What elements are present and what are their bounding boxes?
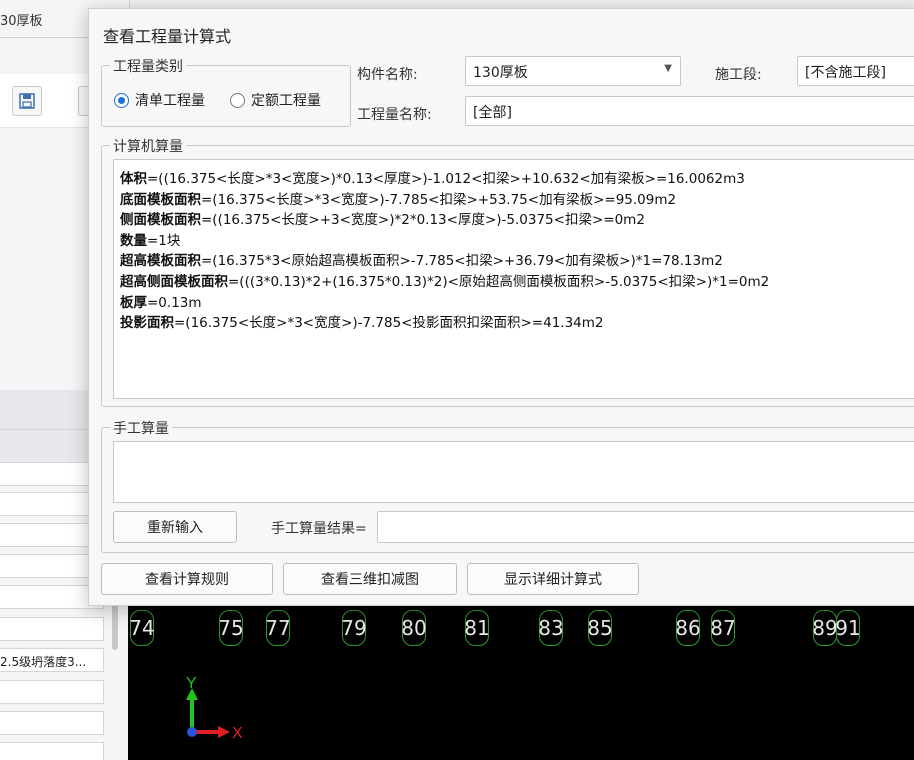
axis-label: 85 [585,606,615,650]
view-rules-button[interactable]: 查看计算规则 [101,563,273,595]
property-row[interactable] [0,711,104,735]
axis-label: 81 [462,606,492,650]
property-row[interactable] [0,680,104,704]
x-axis-label: X [232,725,243,742]
axis-label: 91 [833,606,863,650]
axis-label: 77 [263,606,293,650]
formula-line: 板厚=0.13m [120,294,202,311]
reenter-button[interactable]: 重新输入 [113,511,237,543]
view-3d-deduction-button[interactable]: 查看三维扣减图 [283,563,457,595]
axis-label: 83 [536,606,566,650]
axis-label: 87 [708,606,738,650]
formula-line: 超高侧面模板面积=(((3*0.13)*2+(16.375*0.13)*2)<原… [120,273,770,290]
axis-label: 79 [339,606,369,650]
formula-line: 投影面积=(16.375<长度>*3<宽度>)-7.785<投影面积扣梁面积>=… [120,315,604,332]
formula-line: 超高模板面积=(16.375*3<原始超高模板面积>-7.785<扣梁>+36.… [120,253,723,270]
axis-label: 80 [399,606,429,650]
category-caption: 工程量类别 [110,56,186,76]
radio-bill-quantity[interactable]: 清单工程量 [114,90,205,110]
manual-result-label: 手工算量结果= [271,521,367,537]
stage-value: [不含施工段] [805,65,886,81]
quantity-name-label: 工程量名称: [357,107,432,123]
property-row[interactable] [0,742,104,760]
formula-line: 体积=((16.375<长度>*3<宽度>)*0.13<厚度>)-1.012<扣… [120,171,745,187]
y-axis-label: Y [186,676,197,692]
axis-label: 74 [127,606,157,650]
dialog-title: 查看工程量计算式 [103,27,232,46]
property-row[interactable] [0,617,104,641]
component-name-select[interactable]: 130厚板 ▼ [465,56,681,86]
computer-calc-caption: 计算机算量 [110,136,186,156]
radio-quota-quantity[interactable]: 定额工程量 [230,90,321,110]
axis-label: 86 [673,606,703,650]
radio-selected-indicator [114,92,129,108]
stage-label: 施工段: [715,67,762,83]
formula-line: 侧面模板面积=((16.375<长度>+3<宽度>)*2*0.13<厚度>)-5… [120,212,645,229]
component-name-label: 构件名称: [357,67,418,83]
save-button[interactable] [12,86,42,116]
component-tab-label: 30厚板 [0,14,43,29]
quantity-name-select[interactable]: [全部] [465,96,914,126]
formula-dialog: 查看工程量计算式 工程量类别 清单工程量 定额工程量 构件名称: 130厚板 ▼… [88,8,914,606]
component-tab[interactable]: 30厚板 [0,0,92,38]
category-group: 工程量类别 清单工程量 定额工程量 [101,56,351,127]
radio-unselected-indicator [230,92,245,108]
chevron-down-icon: ▼ [664,63,672,74]
formula-line: 数量=1块 [120,232,181,249]
radio-bill-quantity-label: 清单工程量 [135,93,205,109]
quantity-name-value: [全部] [473,105,512,121]
manual-result-input[interactable] [377,511,914,543]
component-name-value: 130厚板 [473,65,528,81]
property-row[interactable]: 2.5级坍落度3... [0,648,104,672]
stage-select[interactable]: [不含施工段] [797,56,914,86]
formula-textbox[interactable]: 体积=((16.375<长度>*3<宽度>)*0.13<厚度>)-1.012<扣… [113,159,914,399]
show-detail-formula-button[interactable]: 显示详细计算式 [467,563,639,595]
coordinate-axes-icon: Y X [186,676,243,742]
manual-calc-caption: 手工算量 [110,418,172,438]
manual-formula-input[interactable] [113,441,914,503]
property-value: 2.5级坍落度3... [0,655,87,669]
formula-line: 底面模板面积=(16.375<长度>*3<宽度>)-7.785<扣梁>+53.7… [120,191,677,208]
radio-quota-quantity-label: 定额工程量 [251,93,321,109]
save-icon [19,93,35,109]
axis-label: 75 [216,606,246,650]
